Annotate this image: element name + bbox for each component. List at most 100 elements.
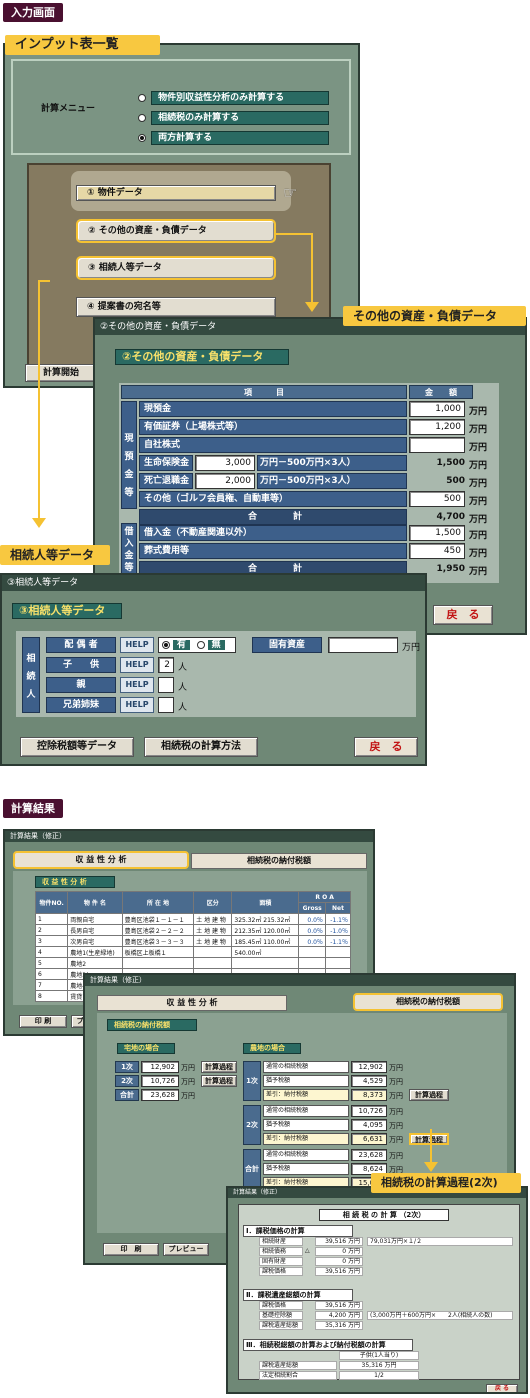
connector (311, 233, 313, 305)
heirs-callout: 相続人等データ (0, 545, 110, 565)
own-assets-input[interactable] (328, 637, 398, 653)
farmland-row-unit: 万円 (389, 1152, 403, 1160)
result2-tab-roa[interactable]: 収 益 性 分 析 (97, 995, 287, 1011)
asset-row-suffix: 万円－500万円×3人） (257, 455, 407, 471)
table-row[interactable]: 3 次男自宅 豊島区池袋３－３－３ 土 地 建 物 185.45㎡ 110.00㎡ 0.0… (34, 935, 352, 947)
farmland-row-value[interactable]: 10,726 (351, 1105, 387, 1117)
farmland-row-unit: 万円 (389, 1092, 403, 1100)
result2-tab-tax[interactable]: 相続税の納付税額 (353, 993, 503, 1011)
result1-print-button[interactable]: 印 刷 (19, 1015, 67, 1028)
asset-row-label: 合 計 (139, 509, 407, 525)
asset-row-input[interactable]: 1,000 (409, 401, 465, 417)
farmland-row-value[interactable]: 8,373 (351, 1089, 387, 1101)
table-cell-no: 7 (34, 979, 69, 991)
asset-row-input[interactable]: 2,000 (195, 473, 255, 489)
residential-row-value[interactable]: 12,902 (141, 1061, 179, 1073)
heirs-back-button[interactable]: 戻 る (354, 737, 418, 757)
result2-print-button[interactable]: 印 刷 (103, 1243, 159, 1256)
calc-process-button[interactable]: 計算過程 (409, 1089, 449, 1101)
table-cell-gross (298, 946, 326, 958)
table-cell-gross: 0.0％ (298, 913, 326, 925)
calc-row-prefix: △ (305, 1247, 310, 1254)
calc-method-button[interactable]: 相続税の計算方法 (144, 737, 258, 757)
deduction-data-button[interactable]: 控除税額等データ (20, 737, 134, 757)
arrow-down-icon (305, 302, 319, 312)
connector (38, 280, 50, 282)
table-row[interactable]: 1 両親自宅 豊島区池袋１－１－１ 土 地 建 物 325.32㎡ 215.32㎡ 0.0… (34, 913, 352, 925)
residential-row-value[interactable]: 23,628 (141, 1089, 179, 1101)
group1-label: 現預金等 (121, 401, 137, 509)
table-cell-loc: 豊島区池袋３－３－３ (121, 935, 195, 947)
nav-button-heirs[interactable]: ③ 相続人等データ (76, 256, 276, 280)
residential-row-unit: 万円 (181, 1078, 195, 1086)
spouse-help-button[interactable]: HELP (120, 637, 154, 653)
calc-start-button[interactable]: 計算開始 (25, 364, 97, 382)
calc-row-value: 0 万円 (315, 1247, 363, 1256)
parents-help-button[interactable]: HELP (120, 677, 154, 693)
siblings-count-input[interactable] (158, 697, 174, 713)
farmland-row-value[interactable]: 6,631 (351, 1133, 387, 1145)
table-cell-name: 長男自宅 (67, 924, 123, 936)
result3-back-button[interactable]: 戻 る (486, 1384, 518, 1392)
table-row[interactable]: 5 農地2 (34, 957, 352, 969)
table-cell-no: 4 (34, 946, 69, 958)
assets-heading: ②その他の資産・負債データ (115, 349, 289, 365)
residential-row-unit: 万円 (181, 1092, 195, 1100)
children-count-input[interactable]: 2 (158, 657, 174, 673)
calc-row-value: 39,516 万円 (315, 1267, 363, 1276)
result1-section-title: 収 益 性 分 析 (35, 876, 115, 888)
calc-row-label: 課税遺産総額 (259, 1321, 303, 1330)
asset-row-label: 自社株式 (139, 437, 407, 453)
nav-button-address[interactable]: ④ 提案書の宛名等 (76, 297, 276, 317)
spouse-radio-group: 有 無 (158, 637, 236, 653)
table-row[interactable]: 2 長男自宅 豊島区池袋２－２－２ 土 地 建 物 212.35㎡ 120.00㎡ 0.0… (34, 924, 352, 936)
table-row[interactable]: 4 農地1(生産緑地) 板橋区上板橋１ 540.00㎡ (34, 946, 352, 958)
parents-count-input[interactable] (158, 677, 174, 693)
calc-row-label: 法定相続割合 (259, 1371, 337, 1380)
farmland-row-value[interactable]: 4,529 (351, 1075, 387, 1087)
radio-inheritance-icon[interactable] (138, 113, 146, 122)
farmland-row-value[interactable]: 4,095 (351, 1119, 387, 1131)
result1-tab-roa[interactable]: 収 益 性 分 析 (13, 851, 189, 869)
result2-preview-button[interactable]: プレビュー (163, 1243, 209, 1256)
assets-back-button[interactable]: 戻 る (433, 605, 493, 625)
pointing-hand-icon: ☞ (283, 183, 298, 202)
asset-row-unit: 万円 (469, 443, 488, 453)
asset-row-input[interactable] (409, 437, 465, 453)
own-assets-label: 固有資産 (252, 637, 322, 653)
asset-row-input[interactable]: 1,200 (409, 419, 465, 435)
parents-label: 親 (46, 677, 116, 693)
residential-row-value[interactable]: 10,726 (141, 1075, 179, 1087)
calc-process-button[interactable]: 計算過程 (409, 1133, 449, 1145)
asset-row-input[interactable]: 3,000 (195, 455, 255, 471)
spouse-yes-radio[interactable] (162, 640, 170, 649)
result1-tab-tax[interactable]: 相続税の納付税額 (191, 853, 367, 869)
farmland-row-label: 差引：納付税額 (263, 1089, 349, 1101)
nav-button-property[interactable]: ① 物件データ (76, 185, 276, 201)
siblings-help-button[interactable]: HELP (120, 697, 154, 713)
farmland-row-label: 猶予税額 (263, 1075, 349, 1087)
calc-process-button[interactable]: 計算過程 (201, 1061, 237, 1073)
spouse-no-radio[interactable] (196, 640, 205, 649)
nav-button-assets[interactable]: ② その他の資産・負債データ (76, 219, 276, 243)
radio-property-icon[interactable] (138, 93, 146, 102)
table-cell-net (324, 946, 352, 958)
result1-titlebar: 計算結果（修正） (5, 831, 373, 842)
farmland-row-value[interactable]: 12,902 (351, 1061, 387, 1073)
farmland-row-unit: 万円 (389, 1136, 403, 1144)
input-list-label: インプット表一覧 (5, 35, 160, 55)
liability-row-input[interactable]: 450 (409, 543, 465, 559)
menu-option-inheritance[interactable]: 相続税のみ計算する (138, 107, 330, 126)
farmland-row-value[interactable]: 23,628 (351, 1149, 387, 1161)
children-help-button[interactable]: HELP (120, 657, 154, 673)
calc-process-button[interactable]: 計算過程 (201, 1075, 237, 1087)
asset-row-input[interactable]: 500 (409, 491, 465, 507)
radio-both-icon[interactable] (138, 133, 146, 142)
menu-option-property[interactable]: 物件別収益性分析のみ計算する (138, 87, 330, 106)
liability-row-input[interactable]: 1,500 (409, 525, 465, 541)
calc-row-label: 基礎控除額 (259, 1311, 303, 1320)
asset-total-value: 4,700 (436, 512, 465, 522)
menu-option-both[interactable]: 両方計算する (138, 127, 330, 146)
arrow-down-icon (32, 518, 46, 528)
farmland-row-unit: 万円 (389, 1064, 403, 1072)
